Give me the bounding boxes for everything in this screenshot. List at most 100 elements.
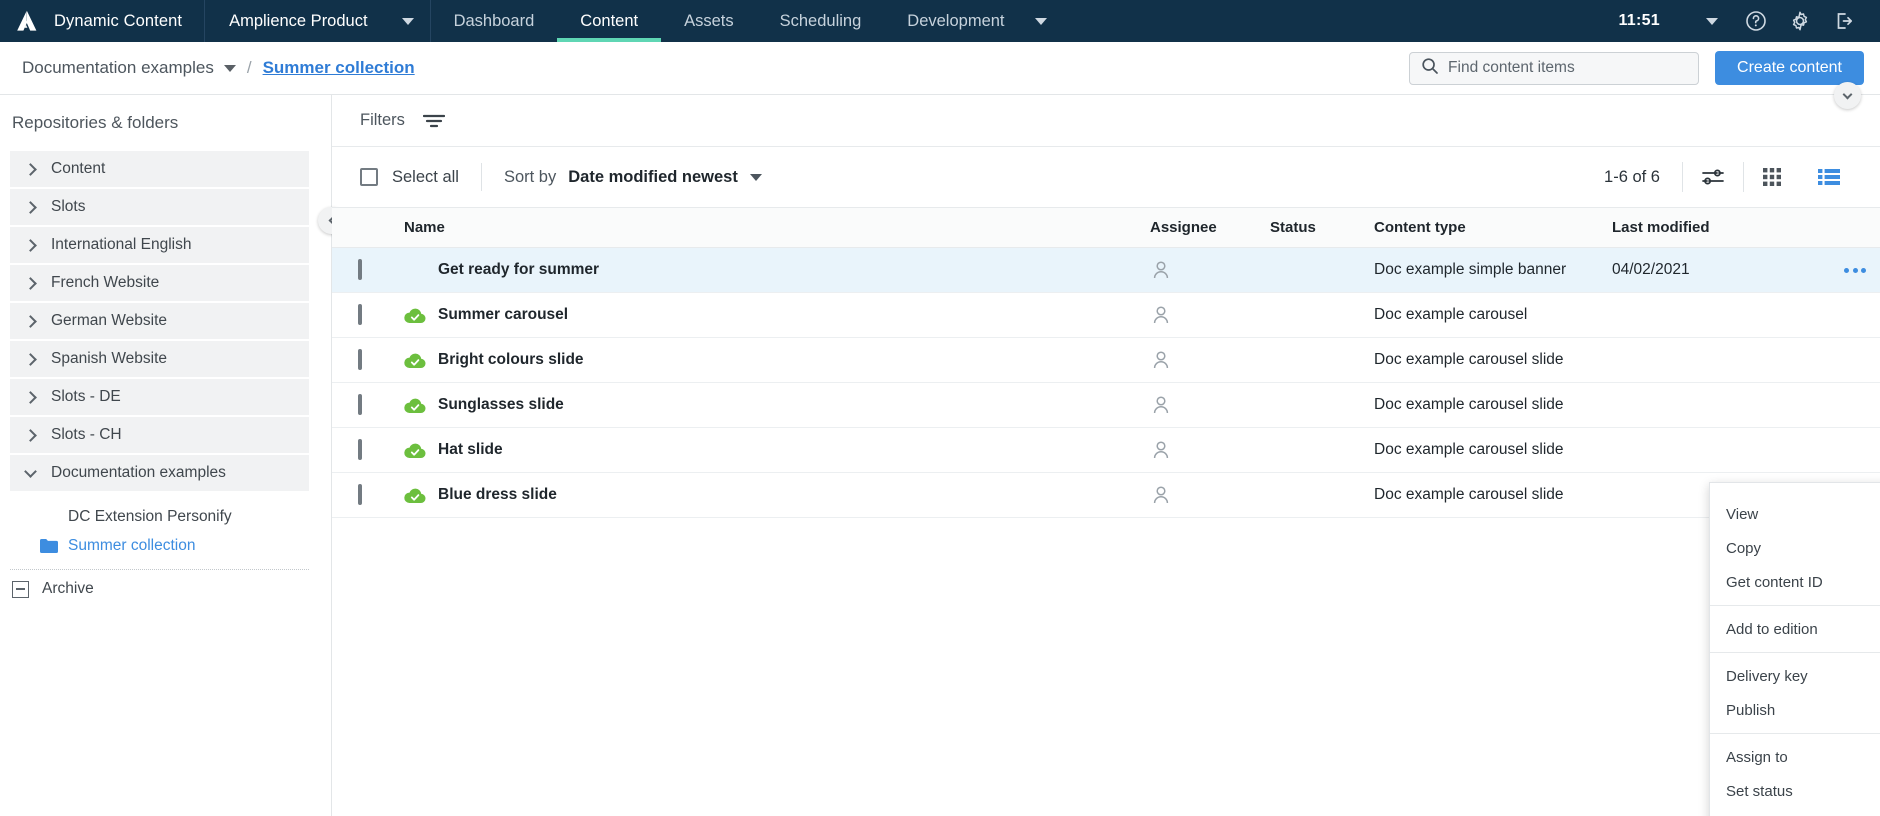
list-view-icon[interactable]: [1800, 167, 1858, 187]
context-menu-item-view[interactable]: View: [1710, 497, 1880, 531]
sidebar-item-label: French Website: [51, 274, 160, 291]
sliders-icon[interactable]: [1683, 167, 1743, 187]
sidebar-item-label: German Website: [51, 312, 168, 329]
logout-icon[interactable]: [1822, 0, 1866, 42]
sidebar-item-slots-de[interactable]: Slots - DE: [10, 379, 309, 415]
main-panel: Filters Select all Sort by Date modified…: [318, 82, 1880, 816]
row-checkbox[interactable]: [358, 259, 362, 280]
row-assignee-cell: [1150, 337, 1270, 383]
context-menu-item-copy[interactable]: Copy: [1710, 531, 1880, 565]
row-name[interactable]: Summer carousel: [438, 306, 568, 324]
sidebar-item-slots[interactable]: Slots: [10, 189, 309, 225]
sidebar-item-content[interactable]: Content: [10, 151, 309, 187]
row-name[interactable]: Sunglasses slide: [438, 396, 564, 414]
row-last-modified-cell: [1612, 382, 1880, 428]
table-row[interactable]: Blue dress slide Doc example carousel sl…: [332, 472, 1880, 518]
create-content-button[interactable]: Create content: [1715, 51, 1864, 85]
tab-scheduling[interactable]: Scheduling: [757, 0, 885, 42]
sidebar-item-slots-ch[interactable]: Slots - CH: [10, 417, 309, 453]
chevron-right-icon: [24, 428, 37, 442]
table-row[interactable]: Sunglasses slide Doc example carousel sl…: [332, 382, 1880, 428]
sidebar-item-label: DC Extension Personify: [68, 507, 232, 525]
sidebar-title: Repositories & folders: [12, 113, 179, 132]
context-menu-item-delivery-key[interactable]: Delivery key: [1710, 659, 1880, 693]
row-checkbox[interactable]: [358, 394, 362, 415]
sidebar-item-label: Archive: [42, 580, 94, 597]
table-row[interactable]: Summer carousel Doc example carousel: [332, 292, 1880, 338]
context-menu-item-publish[interactable]: Publish: [1710, 693, 1880, 727]
chevron-right-icon: [24, 390, 37, 404]
ellipsis-icon[interactable]: [1844, 267, 1880, 273]
row-checkbox-cell: [332, 382, 404, 428]
row-name-cell: Bright colours slide: [404, 337, 1150, 383]
brand-block[interactable]: Dynamic Content: [0, 0, 206, 42]
filters-label: Filters: [360, 111, 405, 129]
search-box[interactable]: [1409, 51, 1700, 85]
context-menu-item-set-status[interactable]: Set status: [1710, 774, 1880, 808]
breadcrumb-bar: Documentation examples / Summer collecti…: [0, 42, 1880, 95]
row-checkbox[interactable]: [358, 349, 362, 370]
row-assignee-cell: [1150, 472, 1270, 518]
context-menu-item-add-to-edition[interactable]: Add to edition: [1710, 612, 1880, 646]
product-selector[interactable]: Amplience Product: [205, 0, 431, 42]
expand-filters-button[interactable]: [1834, 82, 1861, 109]
context-menu-item-rename[interactable]: Rename: [1710, 808, 1880, 816]
nav-right-cluster: 11:51: [1618, 0, 1880, 42]
tab-dashboard[interactable]: Dashboard: [431, 0, 558, 42]
grid-view-icon[interactable]: [1744, 167, 1800, 187]
clock-dropdown-button[interactable]: [1690, 0, 1734, 42]
filter-icon[interactable]: [422, 113, 445, 129]
row-name[interactable]: Bright colours slide: [438, 351, 584, 369]
sidebar-item-summer-collection[interactable]: Summer collection: [0, 532, 331, 559]
row-content-type-cell: Doc example carousel slide: [1374, 337, 1612, 383]
context-menu-item-label: Delivery key: [1726, 667, 1808, 685]
table-row[interactable]: Hat slide Doc example carousel slide: [332, 427, 1880, 473]
sidebar-item-dc-extension-personify[interactable]: DC Extension Personify: [0, 503, 331, 530]
sidebar-item-archive[interactable]: Archive: [0, 570, 331, 608]
tab-assets-label: Assets: [684, 11, 734, 30]
row-name-wrapper: Get ready for summer: [404, 261, 1150, 279]
tab-assets[interactable]: Assets: [661, 0, 757, 42]
table-row[interactable]: Get ready for summer Doc example simple …: [332, 247, 1880, 293]
row-content-type-cell: Doc example simple banner: [1374, 247, 1612, 293]
row-last-modified-cell: [1612, 427, 1880, 473]
table-row[interactable]: Bright colours slide Doc example carouse…: [332, 337, 1880, 383]
row-status-cell: [1270, 382, 1374, 428]
chevron-right-icon: [24, 276, 37, 290]
sidebar-item-spanish-website[interactable]: Spanish Website: [10, 341, 309, 377]
help-circle-icon[interactable]: [1734, 0, 1778, 42]
person-icon: [1150, 394, 1270, 416]
breadcrumb-root[interactable]: Documentation examples: [22, 58, 236, 78]
row-name[interactable]: Get ready for summer: [438, 261, 599, 279]
sort-by-value[interactable]: Date modified newest: [568, 168, 738, 187]
sort-by-control[interactable]: Sort by Date modified newest: [504, 168, 762, 187]
column-header-checkbox: [332, 207, 404, 248]
select-all-control[interactable]: Select all: [360, 168, 459, 187]
clock: 11:51: [1618, 12, 1660, 29]
sidebar-item-documentation-examples[interactable]: Documentation examples: [10, 455, 309, 491]
column-header-content-type: Content type: [1374, 207, 1612, 248]
select-all-checkbox[interactable]: [360, 168, 378, 186]
row-status-cell: [1270, 472, 1374, 518]
page-body: Repositories & folders Content Slots Int…: [0, 82, 1880, 816]
row-name[interactable]: Hat slide: [438, 441, 503, 459]
context-menu-group: View Copy Get content ID: [1710, 491, 1880, 605]
row-name[interactable]: Blue dress slide: [438, 486, 557, 504]
context-menu-item-get-content-id[interactable]: Get content ID: [1710, 565, 1880, 599]
sidebar-item-french-website[interactable]: French Website: [10, 265, 309, 301]
sidebar-item-german-website[interactable]: German Website: [10, 303, 309, 339]
row-checkbox[interactable]: [358, 484, 362, 505]
chevron-right-icon: [24, 238, 37, 252]
context-menu-item-assign-to[interactable]: Assign to: [1710, 740, 1880, 774]
tab-development[interactable]: Development: [884, 0, 1069, 42]
row-checkbox[interactable]: [358, 439, 362, 460]
row-status-cell: [1270, 337, 1374, 383]
row-name-wrapper: Bright colours slide: [404, 351, 1150, 369]
row-checkbox[interactable]: [358, 304, 362, 325]
breadcrumb-current[interactable]: Summer collection: [263, 58, 415, 78]
search-input[interactable]: [1448, 59, 1688, 77]
gear-icon[interactable]: [1778, 0, 1822, 42]
sidebar-item-international-english[interactable]: International English: [10, 227, 309, 263]
tab-content[interactable]: Content: [557, 0, 661, 42]
sidebar-item-label: Documentation examples: [51, 464, 226, 481]
